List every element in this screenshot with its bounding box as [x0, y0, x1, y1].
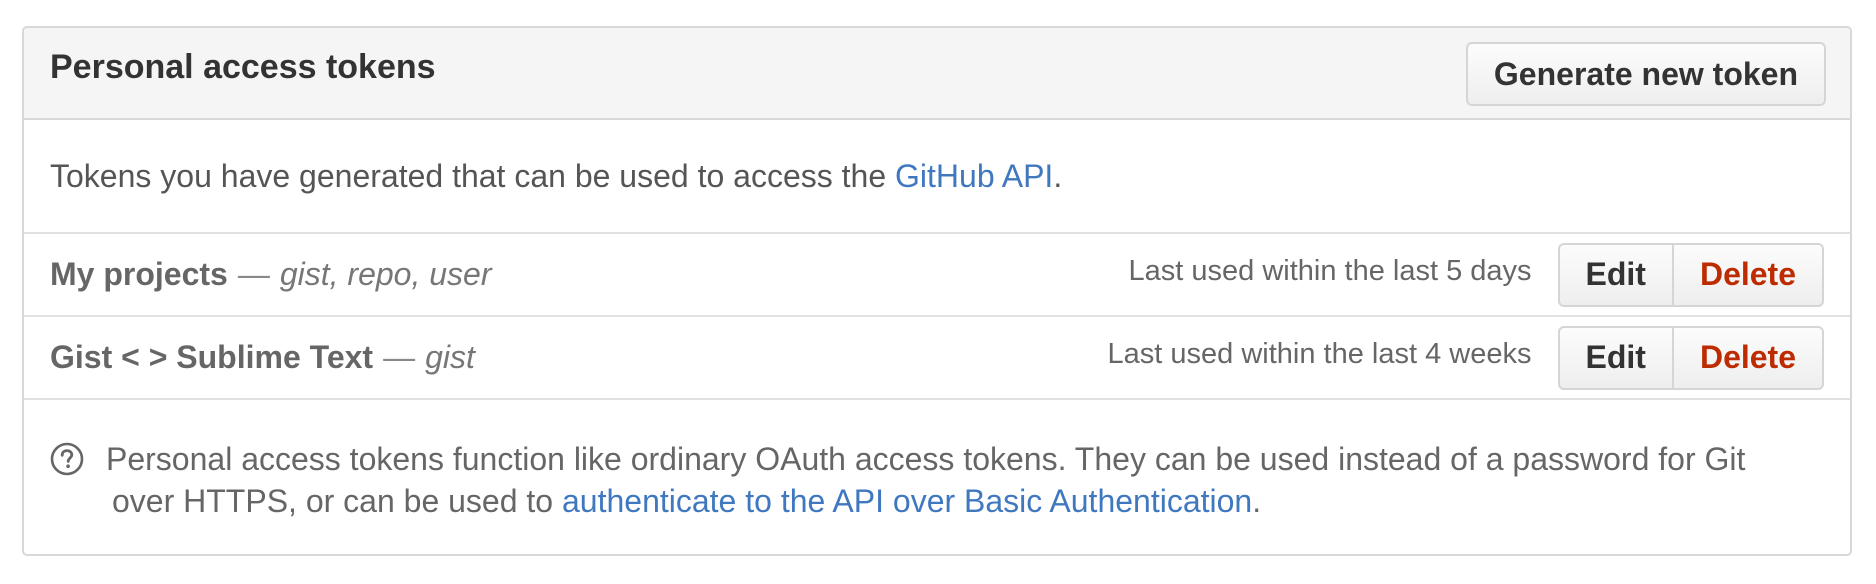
panel-header: Personal access tokens Generate new toke…	[24, 28, 1850, 120]
intro-text-suffix: .	[1053, 157, 1063, 194]
token-actions: Last used within the last 4 weeks Edit D…	[1107, 325, 1824, 390]
token-name[interactable]: Gist < > Sublime Text	[50, 339, 373, 375]
help-text: Personal access tokens function like ord…	[50, 438, 1824, 522]
help-text-line1: Personal access tokens function like ord…	[106, 441, 1746, 477]
help-text-line2-prefix: over HTTPS, or can be used to	[112, 483, 562, 519]
github-api-link[interactable]: GitHub API	[895, 158, 1053, 195]
token-info: My projects — gist, repo, user	[50, 256, 491, 293]
token-scopes: gist, repo, user	[279, 256, 492, 292]
token-name[interactable]: My projects	[50, 256, 228, 292]
generate-new-token-button[interactable]: Generate new token	[1465, 42, 1826, 106]
token-row: My projects — gist, repo, user Last used w…	[24, 234, 1850, 317]
question-circle-icon	[50, 442, 84, 476]
token-dash: —	[383, 339, 416, 375]
token-dash: —	[237, 256, 270, 292]
delete-token-button[interactable]: Delete	[1673, 325, 1824, 390]
token-button-group: Edit Delete	[1557, 325, 1824, 390]
personal-access-tokens-panel: Personal access tokens Generate new toke…	[22, 26, 1852, 556]
panel-title: Personal access tokens	[50, 47, 436, 86]
edit-token-button[interactable]: Edit	[1557, 325, 1674, 390]
token-actions: Last used within the last 5 days Edit De…	[1128, 242, 1824, 307]
basic-auth-link[interactable]: authenticate to the API over Basic Authe…	[562, 483, 1252, 519]
token-row: Gist < > Sublime Text — gist Last used wit…	[24, 317, 1850, 400]
token-last-used: Last used within the last 5 days	[1128, 255, 1532, 287]
token-scopes: gist	[425, 339, 475, 375]
token-info: Gist < > Sublime Text — gist	[50, 339, 475, 376]
token-button-group: Edit Delete	[1557, 242, 1824, 307]
delete-token-button[interactable]: Delete	[1673, 242, 1824, 307]
help-note: Personal access tokens function like ord…	[24, 400, 1850, 522]
help-text-suffix: .	[1252, 483, 1262, 519]
token-last-used: Last used within the last 4 weeks	[1107, 338, 1532, 370]
intro-text-prefix: Tokens you have generated that can be us…	[50, 157, 896, 194]
intro-text: Tokens you have generated that can be us…	[24, 120, 1850, 234]
help-text-line2: over HTTPS, or can be used to authentica…	[106, 480, 1824, 522]
edit-token-button[interactable]: Edit	[1557, 242, 1674, 307]
